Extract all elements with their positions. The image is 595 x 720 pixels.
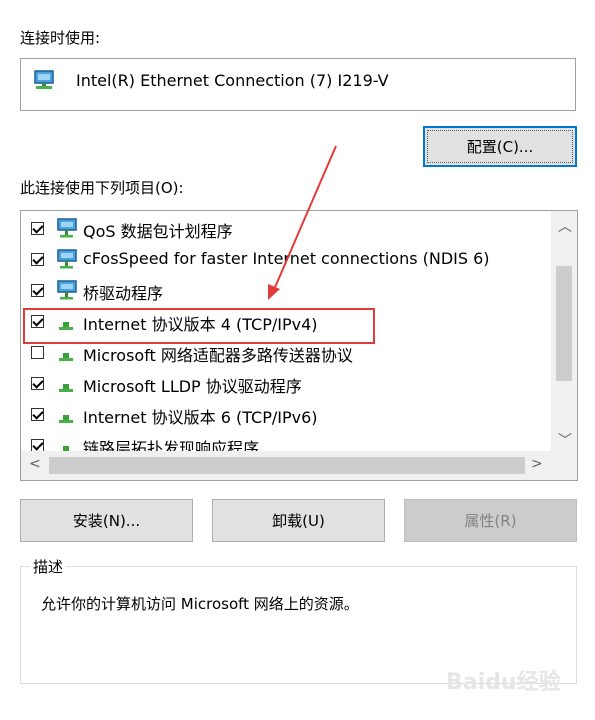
list-item[interactable]: 桥驱动程序 bbox=[21, 275, 551, 306]
components-list[interactable]: QoS 数据包计划程序 cFosSpeed for faster Internet… bbox=[20, 210, 578, 481]
uninstall-button[interactable]: 卸载(U) bbox=[212, 499, 385, 542]
item-label: cFosSpeed for faster Internet connection… bbox=[83, 249, 490, 268]
scroll-down-icon[interactable]: ﹀ bbox=[558, 430, 572, 450]
adapter-name: Intel(R) Ethernet Connection (7) I219-V bbox=[76, 71, 389, 90]
item-checkbox[interactable] bbox=[31, 253, 44, 266]
annotation-highlight-box bbox=[23, 308, 375, 344]
item-checkbox[interactable] bbox=[31, 377, 44, 390]
protocol-icon bbox=[59, 353, 73, 361]
scroll-right-icon[interactable]: > bbox=[531, 456, 543, 472]
item-checkbox[interactable] bbox=[31, 408, 44, 421]
network-service-icon bbox=[57, 218, 77, 238]
description-text: 允许你的计算机访问 Microsoft 网络上的资源。 bbox=[41, 595, 359, 613]
item-label: QoS 数据包计划程序 bbox=[83, 222, 233, 241]
connect-using-label: 连接时使用: bbox=[20, 29, 101, 47]
vertical-scroll-thumb[interactable] bbox=[556, 266, 572, 381]
item-checkbox[interactable] bbox=[31, 284, 44, 297]
list-item[interactable]: QoS 数据包计划程序 bbox=[21, 213, 551, 244]
network-adapter-icon bbox=[34, 70, 54, 89]
network-service-icon bbox=[57, 249, 77, 269]
vertical-scrollbar[interactable]: ︿ ﹀ bbox=[551, 211, 577, 451]
horizontal-scrollbar[interactable]: < > bbox=[21, 451, 577, 480]
scroll-up-icon[interactable]: ︿ bbox=[558, 216, 572, 236]
item-checkbox[interactable] bbox=[31, 346, 44, 359]
item-label: Microsoft 网络适配器多路传送器协议 bbox=[83, 346, 353, 365]
protocol-icon bbox=[59, 415, 73, 423]
items-label: 此连接使用下列项目(O): bbox=[20, 179, 184, 197]
configure-button[interactable]: 配置(C)... bbox=[423, 126, 577, 167]
scrollbar-corner bbox=[551, 451, 577, 480]
list-item[interactable]: cFosSpeed for faster Internet connection… bbox=[21, 244, 551, 275]
item-label: 桥驱动程序 bbox=[83, 284, 164, 303]
protocol-icon bbox=[59, 384, 73, 392]
item-label: Internet 协议版本 6 (TCP/IPv6) bbox=[83, 408, 318, 427]
adapter-field: Intel(R) Ethernet Connection (7) I219-V bbox=[20, 58, 576, 111]
scroll-left-icon[interactable]: < bbox=[29, 456, 41, 472]
install-button[interactable]: 安装(N)... bbox=[20, 499, 193, 542]
network-service-icon bbox=[57, 280, 77, 300]
properties-button: 属性(R) bbox=[404, 499, 577, 542]
list-item[interactable]: Internet 协议版本 6 (TCP/IPv6) bbox=[21, 399, 551, 430]
description-title: 描述 bbox=[30, 556, 67, 577]
horizontal-scroll-thumb[interactable] bbox=[49, 457, 525, 474]
item-checkbox[interactable] bbox=[31, 222, 44, 235]
list-item[interactable]: Microsoft LLDP 协议驱动程序 bbox=[21, 368, 551, 399]
watermark: Baidu经验 bbox=[446, 670, 561, 695]
item-label: Microsoft LLDP 协议驱动程序 bbox=[83, 377, 302, 396]
